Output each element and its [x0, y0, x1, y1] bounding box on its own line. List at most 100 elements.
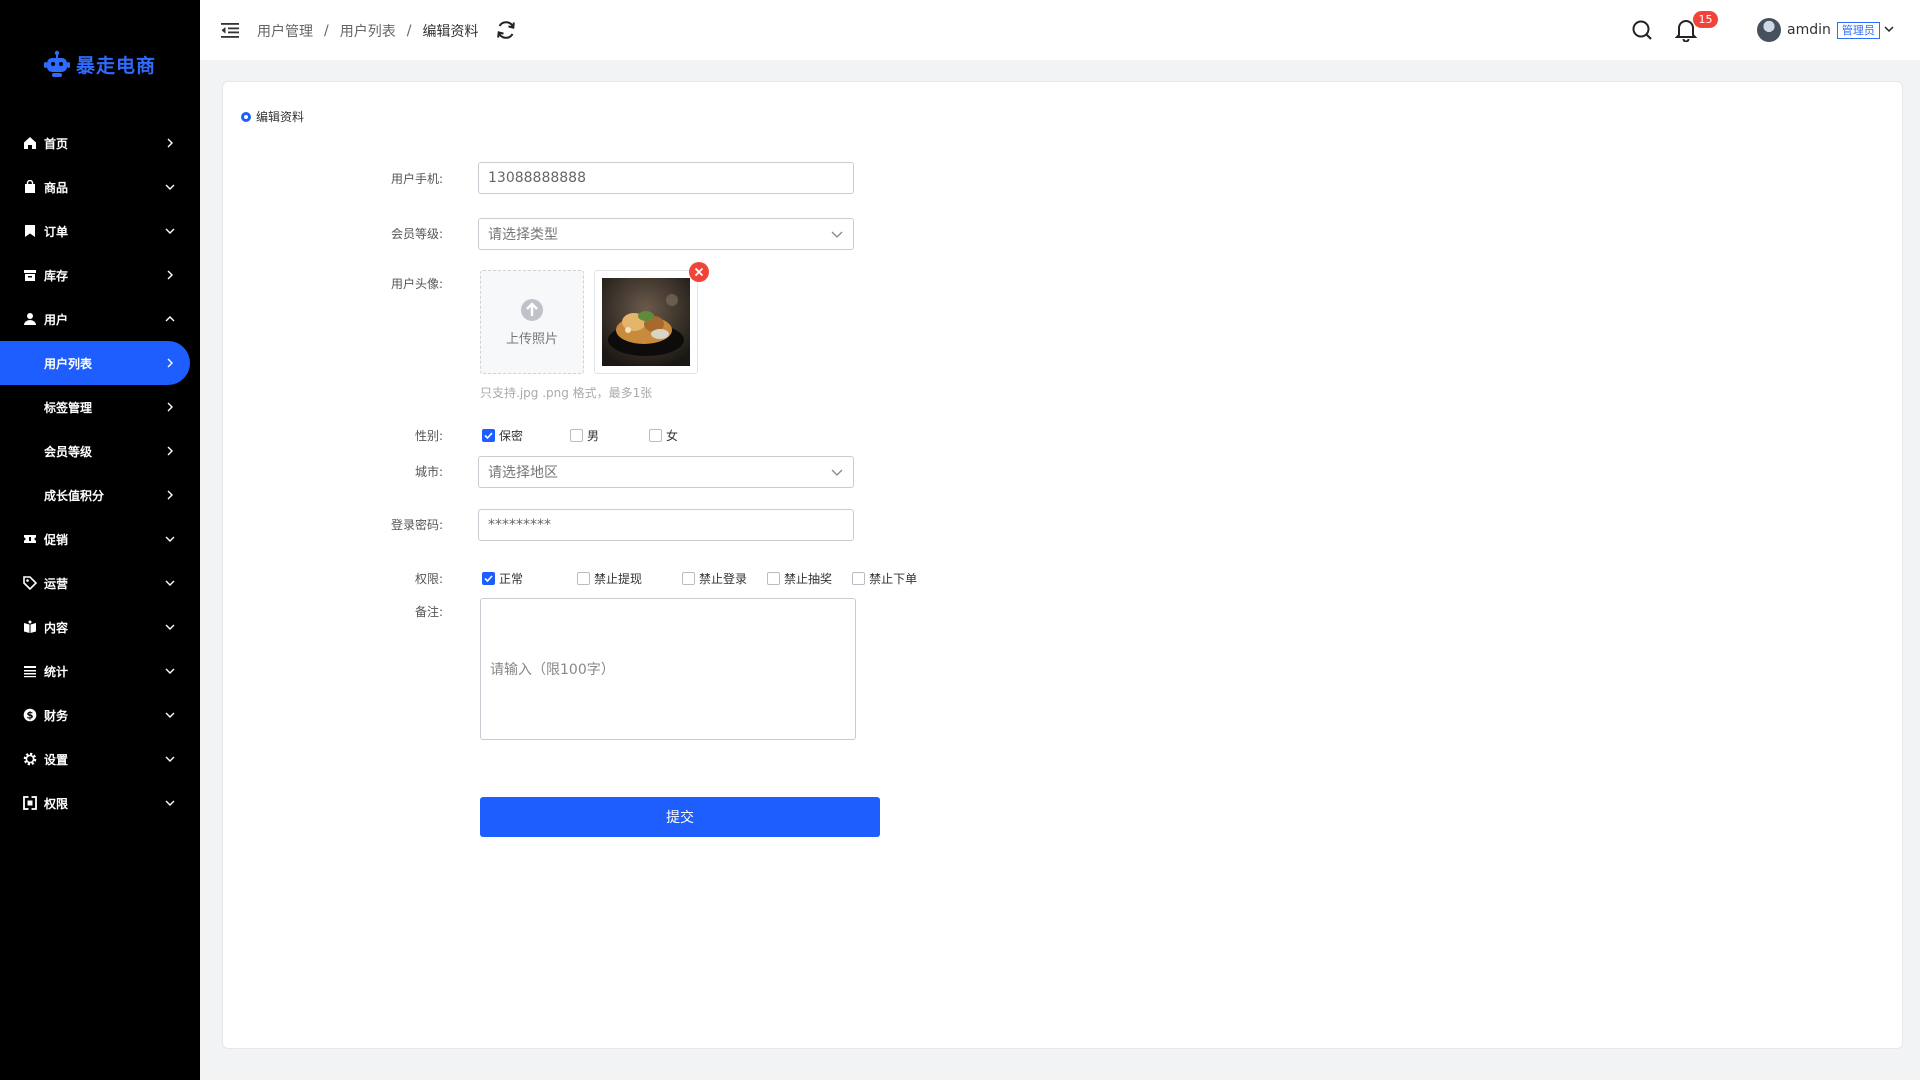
chevron-down-icon	[164, 665, 176, 677]
brand-name: 暴走电商	[76, 54, 157, 77]
password-value: *********	[488, 517, 551, 533]
chevron-down-icon	[164, 225, 176, 237]
remark-placeholder: 请输入（限100字）	[490, 662, 615, 678]
permission-option-no-login[interactable]: 禁止登录	[682, 570, 747, 587]
permission-option-normal[interactable]: 正常	[482, 570, 523, 587]
password-field[interactable]: *********	[478, 509, 854, 541]
upload-photo-button[interactable]: 上传照片	[480, 270, 584, 374]
refresh-icon[interactable]	[495, 19, 517, 41]
member-level-select[interactable]: 请选择类型	[478, 218, 854, 250]
avatar-thumbnail[interactable]	[594, 270, 698, 374]
gender-option-female[interactable]: 女	[649, 427, 678, 444]
sidebar-item-operations[interactable]: 运营	[0, 561, 200, 605]
brand-logo[interactable]: 暴走电商	[44, 50, 156, 78]
checkbox-icon	[577, 572, 591, 585]
user-menu[interactable]: amdin 管理员	[1757, 18, 1894, 42]
sidebar-item-label: 用户列表	[44, 356, 93, 371]
role-badge: 管理员	[1836, 21, 1880, 39]
sidebar-item-statistics[interactable]: 统计	[0, 649, 200, 693]
sidebar-item-home[interactable]: 首页	[0, 121, 200, 165]
checkbox-icon	[570, 429, 584, 442]
permission-option-no-lottery[interactable]: 禁止抽奖	[767, 570, 832, 587]
sidebar-item-products[interactable]: 商品	[0, 165, 200, 209]
sidebar-item-label: 订单	[44, 224, 69, 239]
gender-option-label: 女	[666, 429, 679, 443]
tag-icon	[22, 575, 38, 591]
chevron-up-icon	[164, 313, 176, 325]
chevron-right-icon	[164, 445, 176, 457]
sidebar-item-tags[interactable]: 标签管理	[0, 385, 200, 429]
checkbox-icon	[682, 572, 696, 585]
sidebar-item-content[interactable]: 内容	[0, 605, 200, 649]
sidebar-item-member-level[interactable]: 会员等级	[0, 429, 200, 473]
sidebar-item-finance[interactable]: $ 财务	[0, 693, 200, 737]
chevron-right-icon	[164, 401, 176, 413]
chevron-down-icon	[164, 797, 176, 809]
remark-label: 备注:	[414, 605, 443, 619]
permission-label: 权限:	[414, 572, 443, 586]
remove-photo-icon[interactable]	[689, 262, 709, 282]
sidebar-item-label: 库存	[44, 268, 69, 283]
remark-textarea[interactable]: 请输入（限100字）	[480, 598, 856, 740]
sidebar-item-label: 会员等级	[44, 444, 93, 459]
gender-option-male[interactable]: 男	[570, 427, 599, 444]
member-level-placeholder: 请选择类型	[488, 227, 558, 243]
chevron-right-icon	[164, 357, 176, 369]
sidebar-item-label: 内容	[44, 620, 69, 635]
username: amdin	[1787, 22, 1831, 38]
permission-option-no-withdraw[interactable]: 禁止提现	[577, 570, 642, 587]
chevron-right-icon	[164, 269, 176, 281]
breadcrumb-separator: /	[324, 23, 329, 39]
gender-options: 保密 男 女	[482, 427, 678, 444]
food-photo-image	[602, 278, 690, 366]
permission-option-label: 禁止抽奖	[784, 572, 833, 586]
sidebar-item-user-list[interactable]: 用户列表	[0, 341, 190, 385]
submit-button[interactable]: 提交	[480, 797, 880, 837]
robot-logo-icon	[44, 50, 70, 77]
dollar-icon: $	[22, 707, 38, 723]
search-icon[interactable]	[1631, 19, 1653, 41]
chevron-down-icon	[164, 753, 176, 765]
chevron-right-icon	[164, 137, 176, 149]
sidebar-item-label: 促销	[44, 532, 69, 547]
city-select[interactable]: 请选择地区	[478, 456, 854, 488]
section-dot-icon	[241, 111, 251, 122]
sidebar-item-label: 运营	[44, 576, 69, 591]
chevron-down-icon	[164, 533, 176, 545]
sidebar: 暴走电商 首页 商品 订单 库存 用户 用户列表 标签管理 会员等级 成长值积分…	[0, 0, 200, 1080]
breadcrumb-separator: /	[406, 23, 412, 39]
chevron-down-icon	[164, 621, 176, 633]
sidebar-item-inventory[interactable]: 库存	[0, 253, 200, 297]
gender-option-secret[interactable]: 保密	[482, 427, 523, 444]
top-header: 用户管理 / 用户列表 / 编辑资料 15 amdin 管理员	[200, 0, 1920, 60]
permission-icon	[22, 795, 38, 811]
breadcrumb: 用户管理 / 用户列表 / 编辑资料	[257, 21, 478, 41]
checkbox-checked-icon	[482, 572, 495, 585]
sidebar-item-users[interactable]: 用户	[0, 297, 200, 341]
menu-fold-icon[interactable]	[220, 20, 240, 40]
sidebar-item-permissions[interactable]: 权限	[0, 781, 200, 825]
breadcrumb-item-user-list[interactable]: 用户列表	[340, 21, 396, 41]
sidebar-item-promotion[interactable]: 促销	[0, 517, 200, 561]
checkbox-icon	[649, 429, 663, 442]
edit-profile-card: 编辑资料 13088888888 请选择类型 上传照片 只支持.jpg .png…	[222, 81, 1903, 1049]
breadcrumb-item-user-management[interactable]: 用户管理	[257, 21, 313, 41]
gender-option-label: 男	[587, 429, 600, 443]
inventory-icon	[22, 267, 38, 283]
chevron-down-icon	[830, 465, 844, 479]
chevron-down-icon	[164, 181, 176, 193]
sidebar-item-orders[interactable]: 订单	[0, 209, 200, 253]
permission-option-no-order[interactable]: 禁止下单	[852, 570, 917, 587]
table-icon	[22, 663, 38, 679]
sidebar-item-settings[interactable]: 设置	[0, 737, 200, 781]
gear-icon	[22, 751, 38, 767]
sidebar-item-growth-points[interactable]: 成长值积分	[0, 473, 200, 517]
upload-hint: 只支持.jpg .png 格式，最多1张	[480, 386, 653, 400]
sidebar-item-label: 财务	[44, 708, 69, 723]
phone-field[interactable]: 13088888888	[478, 162, 854, 194]
upload-label: 上传照片	[505, 331, 558, 347]
checkbox-icon	[767, 572, 781, 585]
city-label: 城市:	[414, 465, 443, 479]
checkbox-checked-icon	[482, 429, 495, 442]
chevron-down-icon	[164, 577, 176, 589]
